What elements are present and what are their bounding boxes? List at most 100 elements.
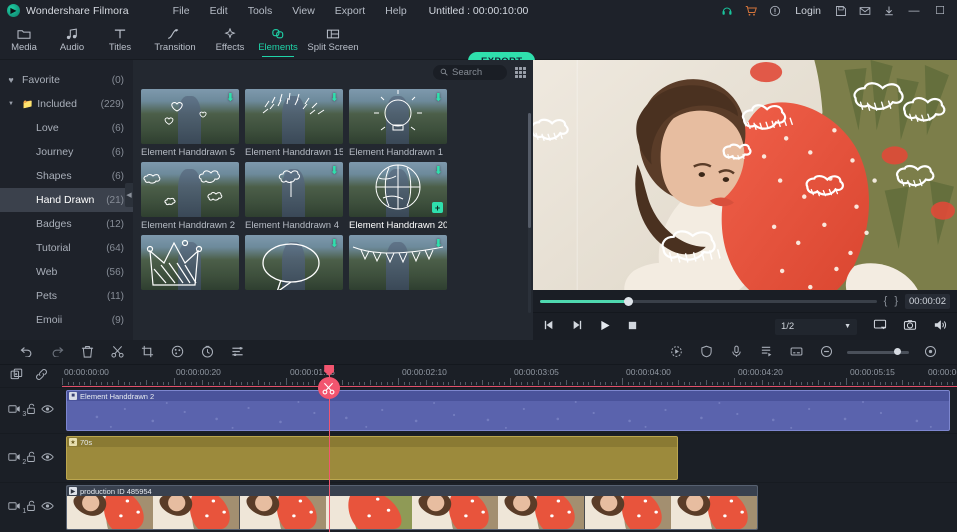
track-header-3[interactable]: 3: [0, 387, 62, 433]
voiceover-icon[interactable]: [721, 345, 751, 360]
headset-icon[interactable]: [715, 0, 739, 21]
split-button[interactable]: [102, 345, 132, 360]
grid-view-icon[interactable]: [514, 66, 527, 79]
progress-handle[interactable]: [623, 296, 633, 306]
menu-tools[interactable]: Tools: [238, 3, 283, 19]
timeline-tracks-area[interactable]: 00:00:00:00 00:00:00:20 00:00:01:15 00:0…: [62, 365, 957, 532]
element-card[interactable]: ⬇ + Element Handdrawn 20: [349, 162, 447, 231]
timeline-clip-media[interactable]: ▶ production ID 485954: [66, 485, 758, 530]
volume-icon[interactable]: [933, 319, 947, 334]
element-card[interactable]: ⬇ Element Handdrawn 4: [245, 162, 343, 231]
sidebar-item-badges[interactable]: Badges (12): [0, 212, 133, 236]
snapshot-icon[interactable]: [903, 319, 917, 334]
redo-button[interactable]: [42, 345, 72, 359]
preview-stage[interactable]: [533, 60, 957, 290]
info-icon[interactable]: [763, 0, 787, 21]
sidebar-item-shapes[interactable]: Shapes (6): [0, 164, 133, 188]
crop-button[interactable]: [132, 345, 162, 360]
tab-media[interactable]: Media: [0, 21, 48, 59]
add-track-icon[interactable]: [10, 368, 23, 384]
track-lock-icon[interactable]: [26, 500, 36, 515]
element-card[interactable]: ⬇ Element Handdrawn 15: [245, 89, 343, 158]
tab-elements[interactable]: Elements: [254, 21, 302, 59]
mask-icon[interactable]: [691, 345, 721, 360]
delete-button[interactable]: [72, 345, 102, 360]
download-icon[interactable]: ⬇: [434, 239, 443, 250]
download-icon[interactable]: ⬇: [226, 93, 235, 104]
play-button[interactable]: [599, 320, 611, 334]
search-input[interactable]: [452, 67, 500, 78]
next-frame-button[interactable]: [571, 320, 583, 333]
track-lock-icon[interactable]: [26, 403, 36, 418]
menu-edit[interactable]: Edit: [200, 3, 238, 19]
menu-file[interactable]: File: [163, 3, 200, 19]
track-header-1[interactable]: 1: [0, 482, 62, 532]
menu-export[interactable]: Export: [325, 3, 375, 19]
split-at-playhead-button[interactable]: [317, 377, 340, 399]
tab-titles[interactable]: Titles: [96, 21, 144, 59]
mark-out-icon[interactable]: }: [894, 295, 898, 307]
element-card[interactable]: [141, 235, 239, 290]
element-card[interactable]: Element Handdrawn 2: [141, 162, 239, 231]
download-icon[interactable]: ⬇: [330, 239, 339, 250]
timeline-track-1[interactable]: ▶ production ID 485954: [62, 482, 957, 532]
tab-transition[interactable]: Transition: [144, 21, 206, 59]
prev-frame-button[interactable]: [543, 320, 555, 333]
tab-effects[interactable]: Effects: [206, 21, 254, 59]
sidebar-item-emoii[interactable]: Emoii (9): [0, 308, 133, 332]
sidebar-item-included[interactable]: ▼ 📁 Included (229): [0, 92, 133, 116]
mail-icon[interactable]: [853, 0, 877, 21]
timeline-clip-video-overlay[interactable]: ■ Element Handdrawn 2: [66, 390, 950, 431]
download-icon[interactable]: [877, 0, 901, 21]
maximize-button[interactable]: ☐: [927, 0, 953, 21]
ratio-dropdown[interactable]: 1/2 ▼: [775, 318, 857, 335]
mark-in-icon[interactable]: {: [884, 295, 888, 307]
sidebar-collapse-handle[interactable]: ◀: [125, 183, 133, 207]
sidebar-item-web[interactable]: Web (56): [0, 260, 133, 284]
zoom-in-icon[interactable]: [915, 345, 945, 360]
download-icon[interactable]: ⬇: [330, 166, 339, 177]
stop-button[interactable]: [627, 320, 638, 334]
element-card[interactable]: ⬇ Element Handdrawn 1: [349, 89, 447, 158]
subtitle-icon[interactable]: [781, 345, 811, 360]
track-visibility-icon[interactable]: [40, 452, 54, 465]
timeline-zoom-slider[interactable]: [847, 347, 909, 355]
search-box[interactable]: [433, 65, 507, 80]
cart-icon[interactable]: [739, 0, 763, 21]
marker-icon[interactable]: [751, 345, 781, 360]
download-icon[interactable]: ⬇: [434, 166, 443, 177]
speed-button[interactable]: [192, 345, 222, 360]
element-grid-scroll[interactable]: ⬇ Element Handdrawn 5 ⬇ Element Handdraw…: [133, 85, 533, 340]
track-lock-icon[interactable]: [26, 451, 36, 466]
color-button[interactable]: [162, 345, 192, 360]
tab-split-screen[interactable]: Split Screen: [302, 21, 364, 59]
save-icon[interactable]: [829, 0, 853, 21]
sidebar-item-journey[interactable]: Journey (6): [0, 140, 133, 164]
audio-mixer-button[interactable]: [222, 345, 252, 360]
motion-tracking-icon[interactable]: [661, 345, 691, 360]
sidebar-item-love[interactable]: Love (6): [0, 116, 133, 140]
element-card[interactable]: ⬇: [245, 235, 343, 290]
timeline-track-2[interactable]: ★ 70s: [62, 433, 957, 482]
timeline-ruler[interactable]: 00:00:00:00 00:00:00:20 00:00:01:15 00:0…: [62, 365, 957, 387]
timeline-track-3[interactable]: ■ Element Handdrawn 2: [62, 387, 957, 433]
minimize-button[interactable]: —: [901, 0, 927, 21]
download-icon[interactable]: ⬇: [434, 93, 443, 104]
track-header-2[interactable]: 2: [0, 433, 62, 482]
fullscreen-icon[interactable]: [873, 319, 887, 334]
timeline-clip-effect[interactable]: ★ 70s: [66, 436, 678, 480]
browser-scrollbar[interactable]: [528, 113, 531, 313]
track-visibility-icon[interactable]: [40, 501, 54, 514]
add-element-button[interactable]: +: [432, 202, 443, 213]
sidebar-item-tutorial[interactable]: Tutorial (64): [0, 236, 133, 260]
element-card[interactable]: ⬇: [349, 235, 447, 290]
sidebar-item-favorite[interactable]: ♥ Favorite (0): [0, 68, 133, 92]
sidebar-item-pets[interactable]: Pets (11): [0, 284, 133, 308]
menu-view[interactable]: View: [282, 3, 325, 19]
link-icon[interactable]: [35, 368, 48, 384]
element-card[interactable]: ⬇ Element Handdrawn 5: [141, 89, 239, 158]
undo-button[interactable]: [12, 345, 42, 359]
playback-progress-bar[interactable]: [540, 296, 877, 306]
sidebar-item-hand-drawn[interactable]: Hand Drawn (21): [0, 188, 133, 212]
download-icon[interactable]: ⬇: [330, 93, 339, 104]
